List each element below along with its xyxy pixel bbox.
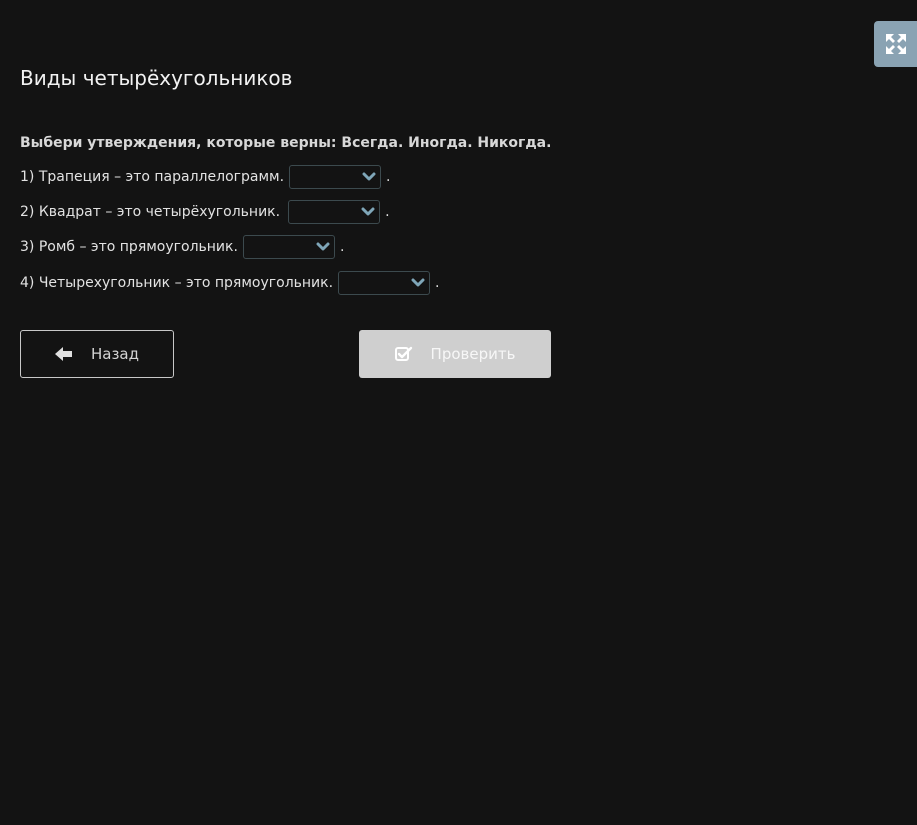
expand-arrows-icon	[884, 32, 908, 56]
question-3: 3) Ромб – это прямоугольник. .	[20, 234, 344, 260]
answer-dropdown-4[interactable]	[338, 271, 431, 295]
question-suffix: .	[386, 169, 391, 185]
question-4: 4) Четырехугольник – это прямоугольник. …	[20, 270, 440, 296]
back-button-label: Назад	[90, 345, 139, 363]
chevron-down-icon	[411, 278, 425, 288]
task-instruction: Выбери утверждения, которые верны: Всегд…	[20, 135, 552, 151]
question-text: 4) Четырехугольник – это прямоугольник.	[20, 275, 334, 291]
answer-dropdown-2[interactable]	[288, 200, 381, 224]
question-suffix: .	[385, 204, 390, 220]
question-text: 1) Трапеция – это параллелограмм.	[20, 169, 285, 185]
answer-dropdown-1[interactable]	[289, 165, 382, 189]
chevron-down-icon	[362, 172, 376, 182]
fullscreen-button[interactable]	[874, 21, 917, 67]
checkbox-checked-icon	[394, 346, 413, 362]
chevron-down-icon	[316, 242, 330, 252]
answer-dropdown-3[interactable]	[242, 235, 335, 259]
question-suffix: .	[339, 239, 345, 255]
check-button[interactable]: Проверить	[359, 330, 551, 378]
chevron-down-icon	[361, 207, 375, 217]
exercise-page: Виды четырёхугольников Выбери утверждени…	[0, 0, 917, 825]
question-text: 3) Ромб – это прямоугольник.	[20, 239, 238, 255]
question-suffix: .	[435, 275, 440, 291]
back-button[interactable]: Назад	[20, 330, 174, 378]
question-text: 2) Квадрат – это четырёхугольник.	[20, 204, 281, 220]
question-2: 2) Квадрат – это четырёхугольник. .	[20, 199, 390, 225]
arrow-left-icon	[54, 346, 73, 362]
page-title: Виды четырёхугольников	[20, 66, 293, 90]
check-button-label: Проверить	[430, 345, 516, 363]
question-1: 1) Трапеция – это параллелограмм. .	[20, 164, 390, 190]
